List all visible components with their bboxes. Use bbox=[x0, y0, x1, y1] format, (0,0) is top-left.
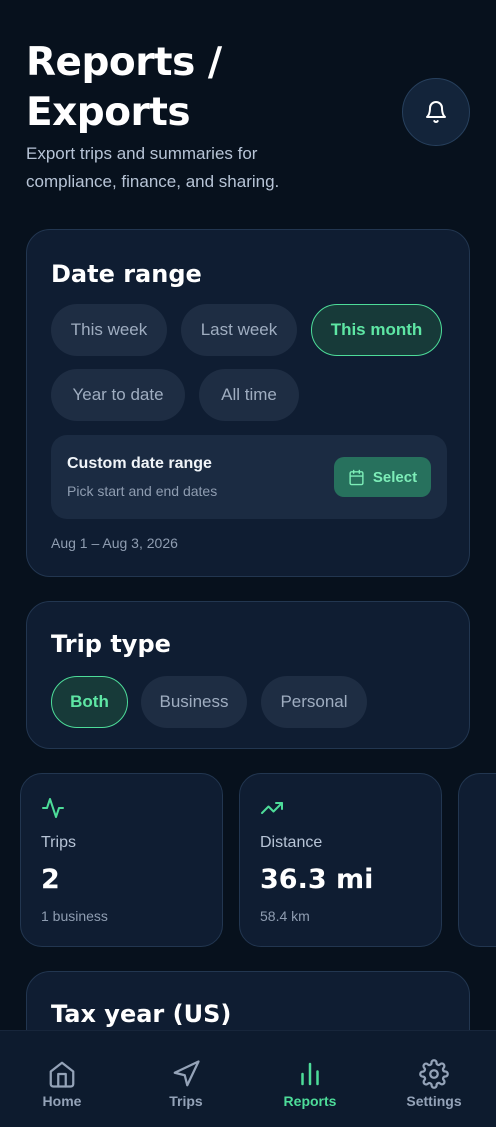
chip-year-to-date[interactable]: Year to date bbox=[51, 369, 185, 421]
tab-label: Reports bbox=[283, 1093, 337, 1109]
page-header: Reports / Exports Export trips and summa… bbox=[26, 38, 466, 196]
chip-all-time[interactable]: All time bbox=[199, 369, 299, 421]
chip-this-month[interactable]: This month bbox=[311, 304, 442, 356]
activity-icon bbox=[42, 798, 64, 818]
bottom-tab-bar: Home Trips Reports Settings bbox=[0, 1030, 496, 1127]
tab-reports[interactable]: Reports bbox=[248, 1031, 372, 1127]
stat-subtext: 58.4 km bbox=[260, 908, 310, 924]
page-subtitle: Export trips and summaries for complianc… bbox=[26, 144, 280, 191]
stat-value: 2 bbox=[41, 864, 60, 895]
custom-range-title: Custom date range bbox=[67, 455, 212, 472]
trip-type-title: Trip type bbox=[51, 630, 171, 658]
stat-card-trips: Trips 2 1 business bbox=[20, 773, 223, 947]
stat-subtext: 1 business bbox=[41, 908, 108, 924]
stat-card-distance: Distance 36.3 mi 58.4 km bbox=[239, 773, 442, 947]
tab-trips[interactable]: Trips bbox=[124, 1031, 248, 1127]
navigation-icon bbox=[173, 1060, 200, 1087]
gear-icon bbox=[419, 1059, 449, 1089]
calendar-icon bbox=[349, 469, 364, 485]
select-dates-button[interactable]: Select bbox=[334, 457, 431, 497]
home-icon bbox=[49, 1061, 75, 1088]
chip-business[interactable]: Business bbox=[141, 676, 247, 728]
tax-year-title: Tax year (US) bbox=[51, 1000, 232, 1028]
selected-range-text: Aug 1 – Aug 3, 2026 bbox=[51, 535, 178, 551]
select-button-label: Select bbox=[372, 468, 418, 486]
trending-up-icon bbox=[261, 802, 283, 814]
page-title: Reports / Exports bbox=[26, 40, 222, 135]
custom-range-subtitle: Pick start and end dates bbox=[67, 483, 218, 499]
notifications-button[interactable] bbox=[402, 78, 470, 146]
tab-label: Settings bbox=[406, 1093, 462, 1109]
stat-value: 36.3 mi bbox=[260, 864, 374, 895]
chip-last-week[interactable]: Last week bbox=[181, 304, 297, 356]
bar-chart-icon bbox=[301, 1062, 319, 1086]
stat-card-partial bbox=[458, 773, 496, 947]
bell-icon bbox=[426, 101, 446, 123]
chip-this-week[interactable]: This week bbox=[51, 304, 167, 356]
chip-both[interactable]: Both bbox=[51, 676, 128, 728]
chip-personal[interactable]: Personal bbox=[261, 676, 367, 728]
stat-label: Trips bbox=[41, 834, 76, 851]
date-range-card: Date range This week Last week This mont… bbox=[26, 229, 470, 577]
tab-settings[interactable]: Settings bbox=[372, 1031, 496, 1127]
tab-label: Trips bbox=[169, 1093, 203, 1109]
tab-home[interactable]: Home bbox=[0, 1031, 124, 1127]
tab-label: Home bbox=[42, 1093, 82, 1109]
trip-type-card: Trip type Both Business Personal bbox=[26, 601, 470, 749]
reports-screen: Reports / Exports Export trips and summa… bbox=[0, 0, 496, 1127]
custom-date-range: Custom date range Pick start and end dat… bbox=[51, 435, 447, 519]
date-range-title: Date range bbox=[51, 260, 202, 288]
stat-label: Distance bbox=[260, 834, 323, 851]
